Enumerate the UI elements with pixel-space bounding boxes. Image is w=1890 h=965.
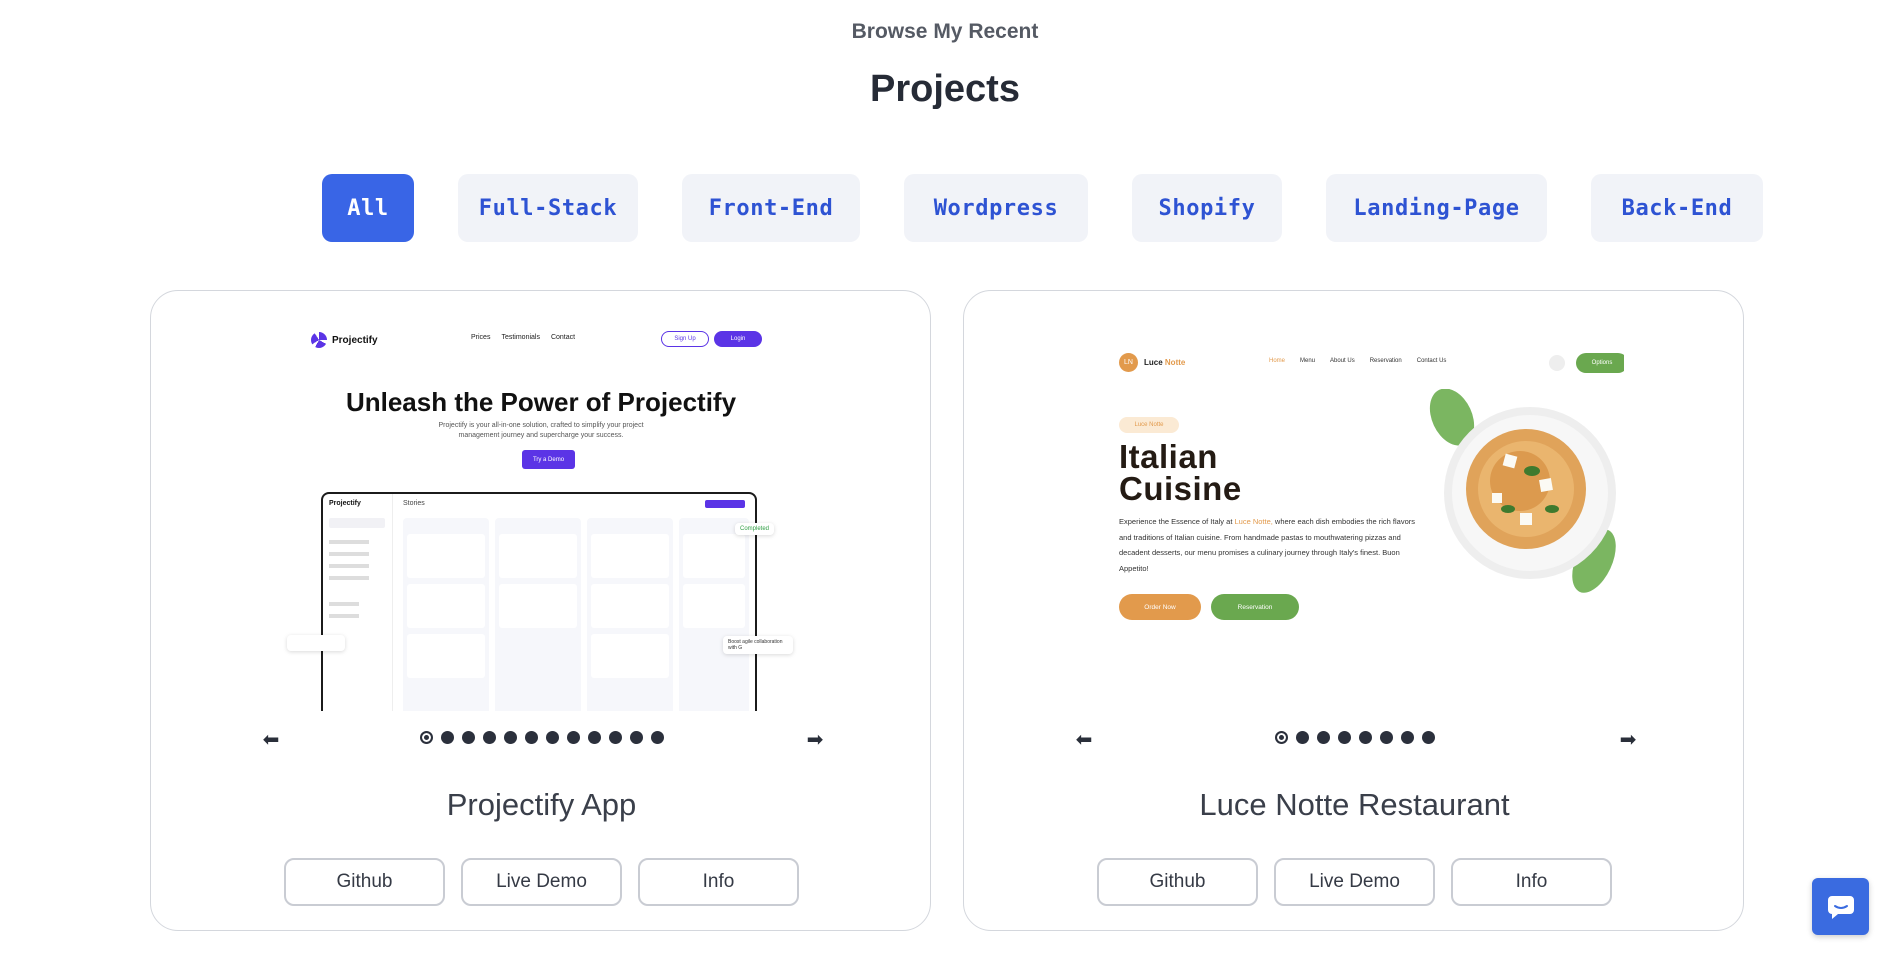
preview-text-part: Experience the Essence of Italy at [1119, 517, 1235, 526]
preview-nav-link: About Us [1330, 358, 1355, 364]
project-preview-image[interactable]: LN Luce Notte Home Menu About Us Reserva… [1084, 311, 1624, 711]
live-demo-button[interactable]: Live Demo [1274, 858, 1435, 906]
chat-bubble-icon [1827, 895, 1854, 919]
slide-dot[interactable] [1274, 731, 1288, 744]
preview-hero-subtitle: Projectify is your all-in-one solution, … [438, 422, 644, 439]
project-actions: Github Live Demo Info [964, 858, 1745, 906]
preview-hero-title: Unleash the Power of Projectify [345, 387, 737, 417]
preview-options-button: Options [1576, 353, 1624, 373]
preview-nav-link: Contact [550, 334, 576, 341]
preview-nav-links: Prices Testimonials Contact [471, 334, 575, 341]
preview-nav-link: Contact Us [1416, 358, 1447, 364]
preview-logo: Projectify [311, 332, 378, 348]
preview-app-sidebar: Projectify [323, 494, 393, 711]
filter-landing-page[interactable]: Landing-Page [1326, 174, 1547, 242]
preview-nav-link: Reservation [1369, 358, 1402, 364]
slide-dot[interactable] [566, 731, 580, 744]
preview-logo-accent: Notte [1164, 358, 1186, 367]
slide-dot[interactable] [1316, 731, 1330, 744]
preview-nav-link: Testimonials [501, 334, 540, 341]
project-title: Projectify App [446, 787, 637, 822]
slide-dot[interactable] [650, 731, 664, 744]
preview-hero-title: Italian Cuisine [1119, 438, 1242, 507]
filter-full-stack[interactable]: Full-Stack [458, 174, 638, 242]
preview-logo-text: Projectify [332, 334, 378, 346]
preview-cta: Try a Demo [522, 450, 575, 469]
preview-hero-text: Experience the Essence of Italy at Luce … [1119, 514, 1419, 576]
slide-dot[interactable] [1379, 731, 1393, 744]
project-card-luce-notte: LN Luce Notte Home Menu About Us Reserva… [963, 290, 1744, 931]
slide-dot[interactable] [440, 731, 454, 744]
preview-navbar: Projectify Prices Testimonials Contact S… [271, 329, 811, 349]
next-slide-arrow-icon[interactable]: ➡ [803, 727, 827, 751]
info-button[interactable]: Info [638, 858, 799, 906]
preview-logo-badge: LN [1119, 353, 1138, 372]
preview-app-logo: Projectify [329, 500, 361, 507]
slide-dot[interactable] [545, 731, 559, 744]
slide-dot[interactable] [608, 731, 622, 744]
preview-navbar: LN Luce Notte Home Menu About Us Reserva… [1084, 353, 1624, 373]
preview-avatars-chip [287, 635, 345, 651]
preview-nav-link: Menu [1300, 358, 1316, 364]
filter-shopify[interactable]: Shopify [1132, 174, 1282, 242]
project-preview-image[interactable]: Projectify Prices Testimonials Contact S… [271, 311, 811, 711]
project-card-projectify: Projectify Prices Testimonials Contact S… [150, 290, 931, 931]
chat-widget-button[interactable] [1812, 878, 1869, 935]
preview-google-chip: Boost agile collaboration with G [723, 636, 793, 654]
preview-order-button: Order Now [1119, 594, 1201, 620]
slide-dot[interactable] [629, 731, 643, 744]
filter-all[interactable]: All [322, 174, 414, 242]
projectify-logo-icon [311, 332, 327, 348]
section-eyebrow: Browse My Recent [851, 20, 1039, 43]
preview-app-title: Stories [403, 500, 425, 507]
slide-dot[interactable] [1337, 731, 1351, 744]
slide-dot[interactable] [503, 731, 517, 744]
preview-logo-text: Luce Notte [1144, 358, 1185, 367]
filter-wordpress[interactable]: Wordpress [904, 174, 1088, 242]
slide-dot[interactable] [587, 731, 601, 744]
slide-dot[interactable] [1295, 731, 1309, 744]
info-button[interactable]: Info [1451, 858, 1612, 906]
github-button[interactable]: Github [284, 858, 445, 906]
cart-icon [1549, 355, 1565, 371]
filter-bar: All Full-Stack Front-End Wordpress Shopi… [0, 174, 1890, 242]
preview-login: Login [714, 331, 762, 347]
live-demo-button[interactable]: Live Demo [461, 858, 622, 906]
preview-app-mockup: Projectify Stories [321, 492, 757, 711]
preview-nav-links: Home Menu About Us Reservation Contact U… [1269, 358, 1446, 364]
preview-nav-link: Prices [471, 334, 491, 341]
preview-nav-link: Home [1269, 358, 1286, 364]
filter-back-end[interactable]: Back-End [1591, 174, 1763, 242]
next-slide-arrow-icon[interactable]: ➡ [1616, 727, 1640, 751]
slide-dot[interactable] [482, 731, 496, 744]
preview-completed-chip: Completed [735, 523, 775, 535]
preview-hero-line: Italian [1119, 438, 1218, 475]
pasta-plate-image [1429, 389, 1616, 593]
project-actions: Github Live Demo Info [151, 858, 932, 906]
filter-front-end[interactable]: Front-End [682, 174, 860, 242]
preview-text-accent: Luce Notte, [1234, 517, 1273, 526]
preview-hero-line: Cuisine [1119, 470, 1242, 507]
slide-dot[interactable] [1358, 731, 1372, 744]
slide-dot[interactable] [524, 731, 538, 744]
preview-logo-main: Luce [1144, 358, 1163, 367]
slide-dot[interactable] [419, 731, 433, 744]
github-button[interactable]: Github [1097, 858, 1258, 906]
project-title: Luce Notte Restaurant [1199, 787, 1510, 822]
preview-reservation-button: Reservation [1211, 594, 1299, 620]
slide-dot[interactable] [1400, 731, 1414, 744]
slide-dot[interactable] [1421, 731, 1435, 744]
slide-dot[interactable] [461, 731, 475, 744]
preview-pill: Luce Notte [1119, 417, 1179, 433]
section-title: Projects [870, 68, 1020, 110]
preview-signup: Sign Up [661, 331, 709, 347]
